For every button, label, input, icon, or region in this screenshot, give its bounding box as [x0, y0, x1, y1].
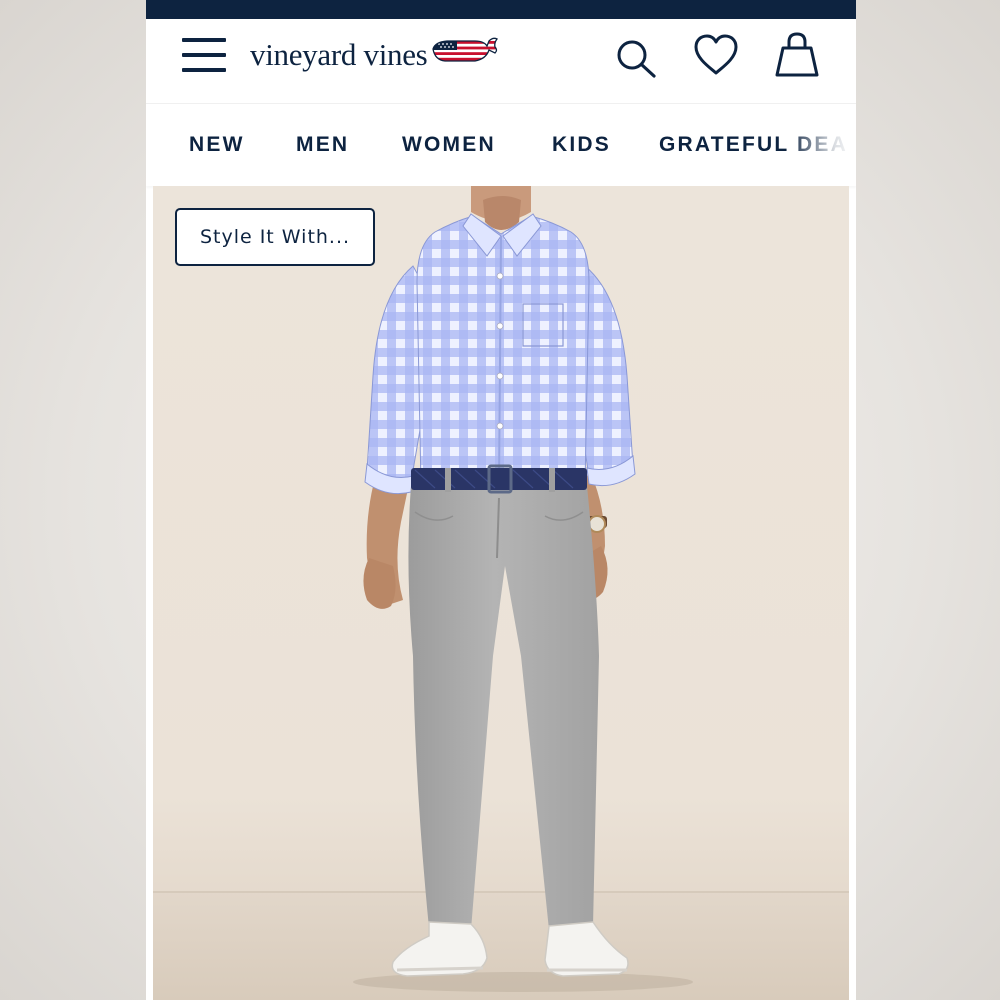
hero-image: Style It With... — [153, 186, 849, 1000]
heart-icon[interactable] — [692, 33, 740, 77]
nav-item-new[interactable]: NEW — [189, 133, 245, 157]
top-banner-strip — [146, 0, 856, 19]
style-it-with-button[interactable]: Style It With... — [175, 208, 375, 266]
site-header: vineyard vines — [146, 19, 856, 103]
nav-item-kids[interactable]: KIDS — [552, 133, 611, 157]
flag-whale-icon — [432, 37, 499, 62]
mobile-page: vineyard vines NEW MEN WOMEN KIDS GRATEF… — [146, 0, 856, 1000]
brand-logo[interactable]: vineyard vines — [250, 35, 499, 75]
nav-item-women[interactable]: WOMEN — [402, 133, 496, 157]
shopping-bag-icon[interactable] — [774, 31, 820, 79]
nav-item-grateful-dead[interactable]: GRATEFUL DEA — [659, 133, 848, 157]
hamburger-menu-icon[interactable] — [182, 38, 226, 74]
nav-item-men[interactable]: MEN — [296, 133, 349, 157]
model-photo — [153, 186, 849, 1000]
brand-name: vineyard vines — [250, 37, 428, 72]
category-nav: NEW MEN WOMEN KIDS GRATEFUL DEA — [146, 103, 856, 186]
search-icon[interactable] — [616, 39, 658, 79]
